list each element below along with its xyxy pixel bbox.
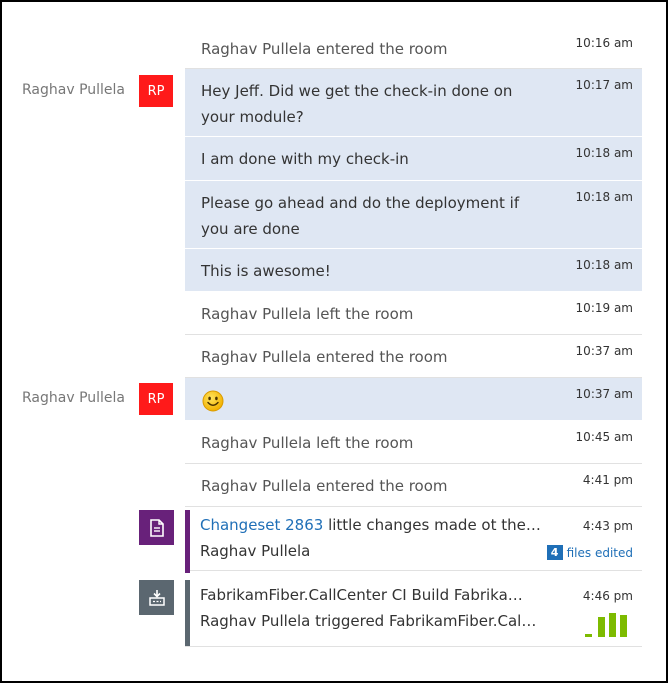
message-text: I am done with my check-in	[201, 150, 409, 168]
files-edited-link[interactable]: 4 files edited	[546, 545, 633, 560]
card-accent-bar	[185, 510, 190, 573]
card-accent-bar	[185, 580, 190, 646]
chat-message[interactable]: I am done with my check-in 10:18 am	[185, 137, 642, 181]
document-icon	[149, 518, 164, 537]
build-card: FabrikamFiber.CallCenter CI Build Fabrik…	[185, 577, 642, 647]
files-count-badge: 4	[546, 545, 563, 560]
files-label: files edited	[566, 545, 633, 560]
build-history-bar	[598, 617, 605, 637]
build-link[interactable]: FabrikamFiber.CallCenter CI Build Fabrik…	[200, 586, 532, 604]
room-event: Raghav Pullela entered the room 10:37 am	[185, 335, 642, 378]
timestamp: 4:43 pm	[582, 519, 633, 533]
avatar[interactable]: RP	[139, 383, 173, 415]
event-text: Raghav Pullela entered the room	[201, 40, 448, 58]
build-description: Raghav Pullela triggered FabrikamFiber.C…	[200, 612, 540, 630]
chat-message[interactable]: This is awesome! 10:18 am	[185, 249, 642, 292]
avatar[interactable]: RP	[139, 75, 173, 107]
timestamp: 10:45 am	[575, 430, 633, 444]
event-text: Raghav Pullela left the room	[201, 305, 414, 323]
timestamp: 10:18 am	[575, 190, 633, 204]
timestamp: 10:18 am	[575, 146, 633, 160]
timestamp: 4:41 pm	[582, 473, 633, 487]
smiley-icon	[202, 390, 224, 412]
room-event: Raghav Pullela entered the room 4:41 pm	[185, 464, 642, 507]
sender-name[interactable]: Raghav Pullela	[22, 82, 132, 98]
changeset-icon	[139, 510, 174, 545]
timestamp: 10:18 am	[575, 258, 633, 272]
event-text: Raghav Pullela left the room	[201, 434, 414, 452]
build-icon	[139, 580, 174, 615]
build-history-bar	[620, 615, 627, 637]
room-event: Raghav Pullela left the room 10:19 am	[185, 292, 642, 335]
changeset-comment: little changes made ot the code	[323, 516, 545, 534]
chat-message[interactable]: Please go ahead and do the deployment if…	[185, 181, 642, 249]
timestamp: 10:19 am	[575, 301, 633, 315]
chat-message[interactable]: 10:37 am	[185, 378, 642, 421]
build-history-bar	[585, 634, 592, 637]
event-text: Raghav Pullela entered the room	[201, 348, 448, 366]
chat-room-window: Raghav Pullela entered the room 10:16 am…	[0, 0, 668, 683]
timestamp: 10:16 am	[575, 36, 633, 50]
build-history-bar	[609, 613, 616, 637]
avatar-initials: RP	[147, 83, 165, 99]
sender-name[interactable]: Raghav Pullela	[22, 390, 132, 406]
timestamp: 10:37 am	[575, 387, 633, 401]
message-text: Hey Jeff. Did we get the check-in done o…	[201, 82, 513, 126]
build-definition-icon	[148, 589, 165, 606]
timestamp: 4:46 pm	[582, 589, 633, 603]
room-event: Raghav Pullela left the room 10:45 am	[185, 421, 642, 464]
changeset-card: Changeset 2863 little changes made ot th…	[185, 507, 642, 573]
message-text: This is awesome!	[201, 262, 331, 280]
timestamp: 10:17 am	[575, 78, 633, 92]
room-event: Raghav Pullela entered the room 10:16 am	[185, 27, 642, 69]
changeset-author: Raghav Pullela	[200, 542, 311, 560]
event-text: Raghav Pullela entered the room	[201, 477, 448, 495]
changeset-summary: Changeset 2863 little changes made ot th…	[200, 516, 545, 534]
changeset-link[interactable]: Changeset 2863	[200, 516, 323, 534]
avatar-initials: RP	[147, 391, 165, 407]
build-history-chart[interactable]	[585, 613, 633, 637]
message-text: Please go ahead and do the deployment if…	[201, 194, 520, 238]
chat-message[interactable]: Hey Jeff. Did we get the check-in done o…	[185, 69, 642, 137]
timestamp: 10:37 am	[575, 344, 633, 358]
